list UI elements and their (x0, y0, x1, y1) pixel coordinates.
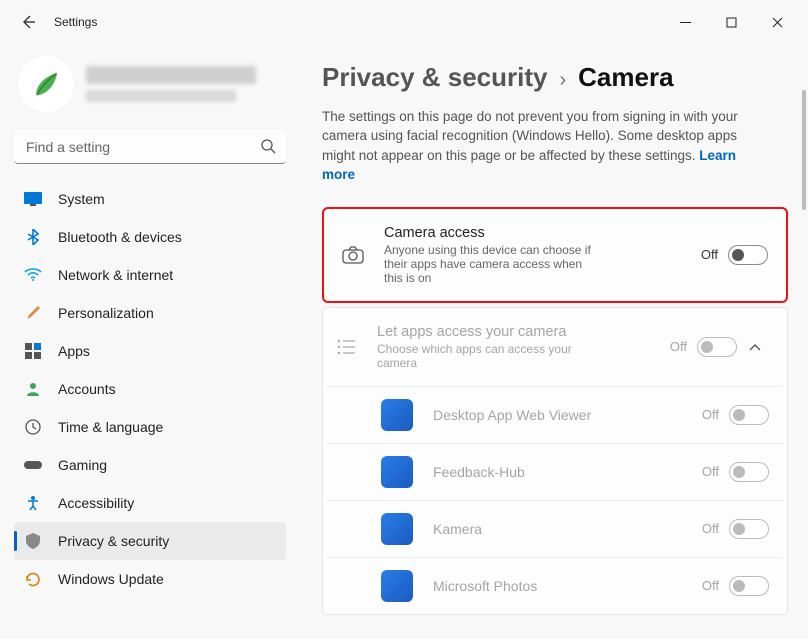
sidebar-item-accounts[interactable]: Accounts (14, 370, 286, 408)
sidebar-item-time[interactable]: Time & language (14, 408, 286, 446)
apps-access-toggle (697, 337, 737, 357)
system-icon (24, 190, 42, 208)
sidebar-item-network[interactable]: Network & internet (14, 256, 286, 294)
app-row: Microsoft Photos Off (323, 558, 787, 614)
apps-access-card: Let apps access your camera Choose which… (322, 307, 788, 615)
sidebar-item-gaming[interactable]: Gaming (14, 446, 286, 484)
close-button[interactable] (754, 6, 800, 38)
sidebar-item-label: Network & internet (58, 267, 173, 283)
sidebar-item-label: Privacy & security (58, 533, 169, 549)
clock-icon (24, 418, 42, 436)
app-toggle (729, 405, 769, 425)
app-name: Microsoft Photos (433, 578, 702, 594)
brush-icon (24, 304, 42, 322)
apps-access-subtitle: Choose which apps can access your camera (377, 342, 597, 370)
app-row: Desktop App Web Viewer Off (323, 387, 787, 443)
user-email-redacted (86, 90, 236, 102)
close-icon (772, 17, 783, 28)
camera-icon (342, 246, 364, 264)
bluetooth-icon (24, 228, 42, 246)
maximize-button[interactable] (708, 6, 754, 38)
sidebar-item-bluetooth[interactable]: Bluetooth & devices (14, 218, 286, 256)
app-icon (381, 399, 413, 431)
sidebar-item-apps[interactable]: Apps (14, 332, 286, 370)
maximize-icon (726, 17, 737, 28)
apps-access-title: Let apps access your camera (377, 324, 670, 340)
sidebar-item-accessibility[interactable]: Accessibility (14, 484, 286, 522)
app-icon (381, 513, 413, 545)
sidebar-item-label: Time & language (58, 419, 163, 435)
page-title: Camera (578, 62, 673, 93)
app-state: Off (702, 521, 719, 536)
app-state: Off (702, 407, 719, 422)
app-name: Kamera (433, 521, 702, 537)
app-toggle (729, 462, 769, 482)
camera-access-toggle[interactable] (728, 245, 768, 265)
update-icon (24, 570, 42, 588)
leaf-icon (29, 67, 63, 101)
window-title: Settings (54, 15, 662, 29)
app-icon (381, 456, 413, 488)
app-toggle (729, 519, 769, 539)
sidebar-item-label: Gaming (58, 457, 107, 473)
person-icon (24, 380, 42, 398)
user-name-redacted (86, 66, 256, 84)
breadcrumb-parent[interactable]: Privacy & security (322, 62, 547, 93)
app-name: Desktop App Web Viewer (433, 407, 702, 423)
app-row: Kamera Off (323, 501, 787, 557)
app-state: Off (702, 464, 719, 479)
page-description: The settings on this page do not prevent… (322, 107, 762, 185)
scrollbar[interactable] (802, 90, 806, 210)
sidebar-item-label: Windows Update (58, 571, 164, 587)
camera-access-subtitle: Anyone using this device can choose if t… (384, 243, 604, 285)
accessibility-icon (24, 494, 42, 512)
sidebar-item-label: Apps (58, 343, 90, 359)
app-toggle (729, 576, 769, 596)
chevron-up-icon (749, 343, 761, 351)
list-icon (335, 338, 357, 356)
sidebar-item-personalization[interactable]: Personalization (14, 294, 286, 332)
sidebar-item-label: Accessibility (58, 495, 134, 511)
sidebar-item-label: Personalization (58, 305, 154, 321)
sidebar-item-update[interactable]: Windows Update (14, 560, 286, 598)
user-profile[interactable] (18, 56, 282, 112)
shield-icon (24, 532, 42, 550)
camera-access-card: Camera access Anyone using this device c… (322, 207, 788, 303)
minimize-button[interactable] (662, 6, 708, 38)
minimize-icon (680, 17, 691, 28)
back-button[interactable] (8, 2, 48, 42)
search-icon (260, 138, 276, 159)
apps-icon (24, 342, 42, 360)
camera-access-title: Camera access (384, 225, 701, 241)
camera-access-state: Off (701, 247, 718, 262)
sidebar-item-label: Accounts (58, 381, 116, 397)
gamepad-icon (24, 456, 42, 474)
back-arrow-icon (20, 14, 36, 30)
sidebar-item-label: Bluetooth & devices (58, 229, 182, 245)
app-name: Feedback-Hub (433, 464, 702, 480)
app-row: Feedback-Hub Off (323, 444, 787, 500)
app-state: Off (702, 578, 719, 593)
collapse-button[interactable] (741, 338, 769, 356)
search-input[interactable] (14, 130, 286, 164)
breadcrumb: Privacy & security › Camera (322, 62, 788, 93)
wifi-icon (24, 266, 42, 284)
apps-access-state: Off (670, 339, 687, 354)
avatar (18, 56, 74, 112)
sidebar-item-system[interactable]: System (14, 180, 286, 218)
chevron-right-icon: › (559, 69, 566, 92)
sidebar-item-label: System (58, 191, 105, 207)
sidebar-item-privacy[interactable]: Privacy & security (14, 522, 286, 560)
app-icon (381, 570, 413, 602)
